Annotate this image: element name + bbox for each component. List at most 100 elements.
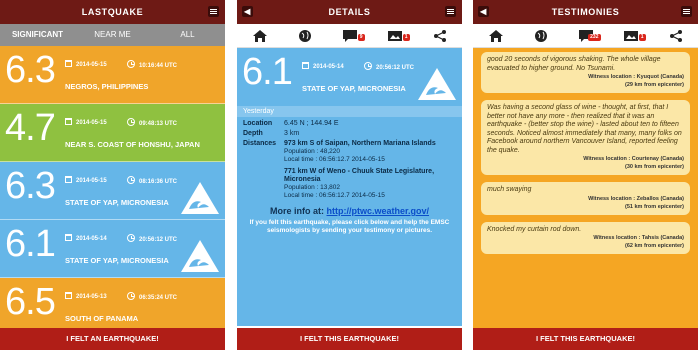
pictures-icon[interactable]: 1 (623, 29, 646, 43)
magnitude: 4.7 (5, 107, 56, 149)
felt-earthquake-button[interactable]: I FELT AN EARTHQUAKE! (0, 328, 225, 350)
location-value: 6.45 N ; 144.94 E (284, 120, 339, 127)
home-icon[interactable] (488, 29, 504, 43)
calendar-icon (65, 234, 72, 241)
quake-date: 2014-05-15 (65, 60, 107, 68)
calendar-icon (65, 292, 72, 299)
screen-title: LASTQUAKE (81, 7, 144, 17)
testimony-text: Was having a second glass of wine - thou… (487, 104, 682, 154)
testimony-card: Knocked my curtain rod down. Witness loc… (481, 221, 690, 254)
witness-distance: (62 km from epicenter) (625, 243, 684, 249)
depth-label: Depth (243, 130, 263, 137)
felt-this-earthquake-button[interactable]: I FELT THIS EARTHQUAKE! (473, 328, 698, 350)
menu-icon[interactable] (445, 6, 456, 17)
testimony-card: much swaying Witness location : Zeballos… (481, 182, 690, 215)
witness-location: Witness location : Kyuquot (Canada) (588, 74, 684, 80)
back-icon[interactable]: ◀ (242, 6, 253, 17)
clock-icon (127, 60, 135, 68)
pictures-badge: 1 (402, 33, 410, 41)
quake-time: 20:56:12 UTC (127, 234, 177, 243)
magnitude: 6.3 (5, 165, 56, 207)
quake-date: 2014-05-14 (65, 234, 107, 242)
distance-name: 771 km W of Weno - Chuuk State Legislatu… (284, 168, 435, 183)
menu-icon[interactable] (681, 6, 692, 17)
testimony-card: Was having a second glass of wine - thou… (481, 100, 690, 175)
tab-all[interactable]: ALL (150, 24, 225, 46)
witness-location: Witness location : Courtenay (Canada) (583, 156, 684, 162)
globe-icon[interactable] (297, 29, 313, 43)
quake-card[interactable]: 6.3 2014-05-15 10:16:44 UTC NEGROS, PHILIPP… (0, 46, 225, 104)
action-bar: 232 1 (473, 24, 698, 48)
clock-icon (127, 118, 135, 126)
quake-place: NEAR S. COAST OF HONSHU, JAPAN (65, 140, 200, 149)
quake-time: 09:48:13 UTC (127, 118, 177, 127)
details-screen: ◀ DETAILS 9 1 6.1 2014-05-14 20:56:12 UT… (237, 0, 462, 350)
quake-place: NEGROS, PHILIPPINES (65, 82, 149, 91)
calendar-icon (65, 118, 72, 125)
clock-icon (127, 292, 135, 300)
magnitude: 6.1 (5, 223, 56, 265)
location-row: Location 6.45 N ; 144.94 E (237, 120, 462, 127)
app-screenshots: LASTQUAKE SIGNIFICANT NEAR ME ALL 6.3 201… (0, 0, 700, 350)
distance-population: Population : 48,220 (284, 148, 341, 155)
quake-card[interactable]: 6.1 2014-05-14 20:56:12 UTC STATE OF YAP, M… (0, 220, 225, 278)
top-bar: ◀ DETAILS (237, 0, 462, 24)
share-icon[interactable] (668, 29, 684, 43)
testimony-text: good 20 seconds of vigorous shaking. The… (487, 56, 661, 72)
quake-time: 06:35:24 UTC (127, 292, 177, 301)
home-icon[interactable] (252, 29, 268, 43)
filter-tabs: SIGNIFICANT NEAR ME ALL (0, 24, 225, 46)
share-icon[interactable] (432, 29, 448, 43)
relative-date: Yesterday (237, 106, 462, 117)
back-icon[interactable]: ◀ (478, 6, 489, 17)
tsunami-icon (181, 240, 219, 272)
quake-date: 2014-05-14 (302, 62, 344, 70)
quake-date: 2014-05-15 (65, 176, 107, 184)
quake-date: 2014-05-15 (65, 118, 107, 126)
testimonies-list: good 20 seconds of vigorous shaking. The… (473, 48, 698, 350)
more-info-link[interactable]: http://ptwc.weather.gov/ (327, 206, 430, 216)
quake-date: 2014-05-13 (65, 292, 107, 300)
clock-icon (127, 234, 135, 242)
magnitude: 6.5 (5, 281, 56, 323)
witness-distance: (29 km from epicenter) (625, 82, 684, 88)
top-bar: ◀ TESTIMONIES (473, 0, 698, 24)
quake-time: 08:16:36 UTC (127, 176, 177, 185)
distance-name: 973 km S of Saipan, Northern Mariana Isl… (284, 140, 436, 147)
menu-icon[interactable] (208, 6, 219, 17)
testimony-card: good 20 seconds of vigorous shaking. The… (481, 52, 690, 93)
quake-time: 20:56:12 UTC (364, 62, 414, 71)
quake-time: 10:16:44 UTC (127, 60, 177, 69)
distance-population: Population : 13,802 (284, 184, 341, 191)
action-bar: 9 1 (237, 24, 462, 48)
distance-item: 771 km W of Weno - Chuuk State Legislatu… (284, 168, 456, 200)
magnitude: 6.3 (5, 49, 56, 91)
testimony-text: Knocked my curtain rod down. (487, 225, 582, 233)
comments-icon[interactable]: 9 (342, 29, 365, 43)
testimonies-screen: ◀ TESTIMONIES 232 1 good 20 seconds of v… (473, 0, 698, 350)
witness-distance: (51 km from epicenter) (625, 203, 684, 210)
felt-note: If you felt this earthquake, please clic… (249, 219, 450, 234)
comments-badge: 232 (588, 33, 601, 41)
testimony-text: much swaying (487, 186, 532, 193)
globe-icon[interactable] (533, 29, 549, 43)
comments-icon[interactable]: 232 (578, 29, 601, 43)
witness-location: Witness location : Tahsis (Canada) (593, 235, 684, 241)
quake-list: 6.3 2014-05-15 10:16:44 UTC NEGROS, PHILIPP… (0, 46, 225, 336)
top-bar: LASTQUAKE (0, 0, 225, 24)
tab-near-me[interactable]: NEAR ME (75, 24, 150, 46)
felt-this-earthquake-button[interactable]: I FELT THIS EARTHQUAKE! (237, 328, 462, 350)
pictures-icon[interactable]: 1 (387, 29, 410, 43)
calendar-icon (65, 176, 72, 183)
tsunami-icon (418, 68, 456, 100)
calendar-icon (65, 60, 72, 67)
pictures-badge: 1 (638, 33, 646, 41)
clock-icon (127, 176, 135, 184)
witness-location: Witness location : Zeballos (Canada) (588, 195, 684, 202)
depth-row: Depth 3 km (237, 130, 462, 137)
comments-badge: 9 (357, 33, 365, 41)
quake-place: STATE OF YAP, MICRONESIA (302, 84, 406, 93)
quake-card[interactable]: 6.3 2014-05-15 08:16:36 UTC STATE OF YAP, M… (0, 162, 225, 220)
tab-significant[interactable]: SIGNIFICANT (0, 24, 75, 46)
quake-card[interactable]: 4.7 2014-05-15 09:48:13 UTC NEAR S. COAST O… (0, 104, 225, 162)
